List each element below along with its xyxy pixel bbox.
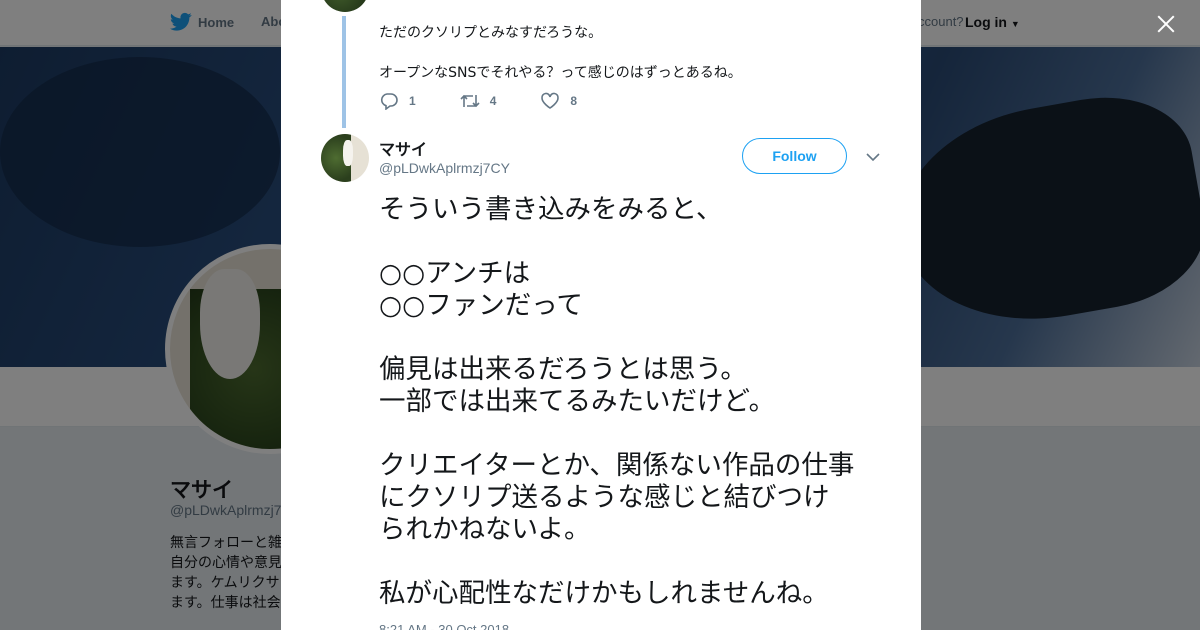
- retweet-button[interactable]: 4: [460, 92, 497, 110]
- tweet-timestamp[interactable]: 8:21 AM - 30 Oct 2018: [379, 622, 509, 630]
- previous-tweet-avatar[interactable]: [321, 0, 369, 12]
- retweet-count: 4: [489, 94, 497, 108]
- tweet-line: ○○アンチは: [379, 258, 531, 289]
- like-count: 8: [570, 94, 578, 108]
- close-icon[interactable]: [1154, 12, 1178, 36]
- tweet-line: [379, 322, 899, 354]
- previous-tweet-text: ただのクソリプとみなすだろうな。: [379, 25, 603, 41]
- author-handle[interactable]: @pLDwkAplrmzj7CY: [379, 160, 510, 176]
- chevron-down-icon[interactable]: [865, 150, 881, 164]
- avatar-plate: [343, 140, 353, 166]
- tweet-line: られかねないよ。: [379, 514, 591, 545]
- heart-icon: [541, 92, 560, 109]
- tweet-line: [379, 546, 899, 578]
- tweet-line: ○○ファンだって: [379, 290, 583, 321]
- reply-count: 1: [409, 94, 416, 108]
- author-avatar[interactable]: [321, 134, 369, 182]
- like-button[interactable]: 8: [540, 92, 577, 110]
- tweet-actions: 1 4 8: [379, 92, 621, 110]
- reply-button[interactable]: 1: [379, 92, 416, 110]
- tweet-line: 偏見は出来るだろうとは思う。: [379, 354, 747, 385]
- tweet-line: クリエイターとか、関係ない作品の仕事: [379, 450, 855, 481]
- author-name[interactable]: マサイ: [379, 136, 427, 160]
- follow-button[interactable]: Follow: [742, 138, 847, 174]
- tweet-modal: ただのクソリプとみなすだろうな。 オープンなSNSでそれやる？って感じのはずっと…: [281, 0, 921, 630]
- tweet-line: 一部では出来てるみたいだけど。: [379, 386, 776, 417]
- tweet-line: そういう書き込みをみると、: [379, 194, 723, 225]
- retweet-icon: [460, 94, 480, 108]
- thread-connector-line: [342, 16, 346, 128]
- tweet-line: [379, 226, 899, 258]
- tweet-line: 私が心配性なだけかもしれませんね。: [379, 578, 829, 609]
- tweet-line: [379, 418, 899, 450]
- reply-icon: [380, 93, 398, 110]
- tweet-text: そういう書き込みをみると、 ○○アンチは ○○ファンだって 偏見は出来るだろうと…: [379, 194, 899, 610]
- tweet-line: にクソリプ送るような感じと結びつけ: [379, 482, 830, 513]
- previous-tweet-text: オープンなSNSでそれやる？って感じのはずっとあるね。: [379, 65, 742, 81]
